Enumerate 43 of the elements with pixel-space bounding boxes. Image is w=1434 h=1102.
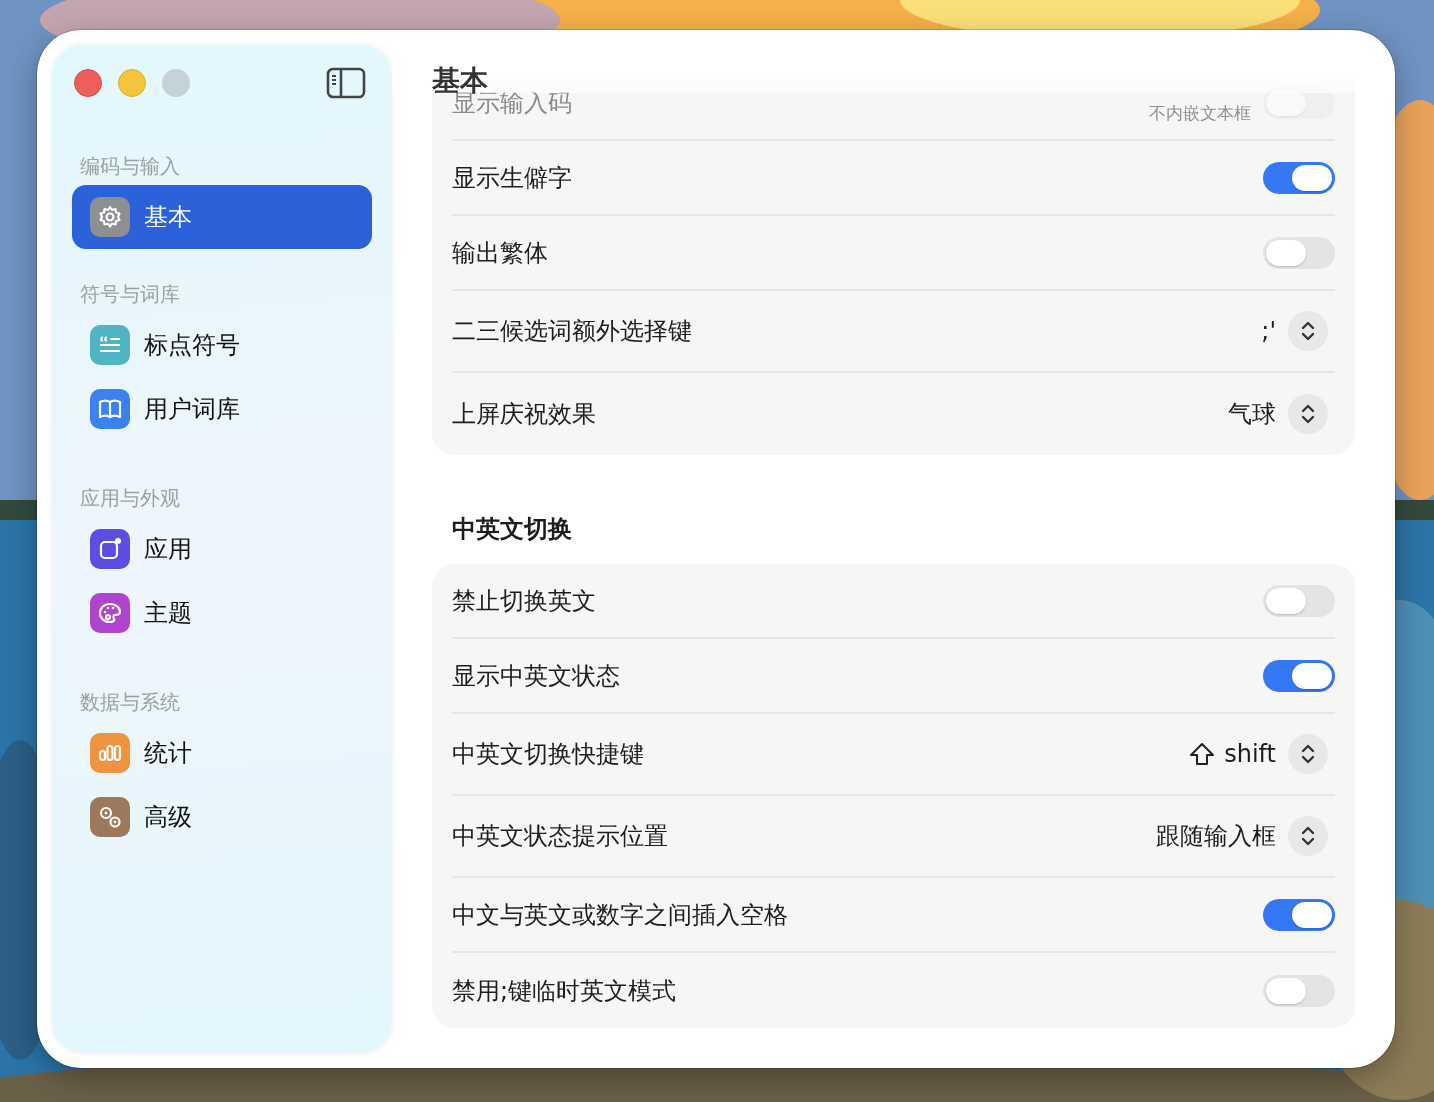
stepper-button[interactable]	[1288, 311, 1328, 351]
toggle-switch[interactable]	[1263, 974, 1335, 1007]
setting-value: ;'	[1261, 316, 1276, 347]
sidebar-item[interactable]: 统计	[72, 721, 372, 785]
setting-value: 跟随输入框	[1156, 821, 1276, 852]
sidebar-toggle-icon[interactable]	[326, 67, 366, 99]
setting-label: 输出繁体	[452, 237, 549, 269]
up-down-chevron-icon	[1300, 320, 1316, 342]
up-down-chevron-icon	[1300, 743, 1316, 765]
setting-label: 二三候选词额外选择键	[452, 316, 693, 347]
sidebar-item[interactable]: 基本	[72, 185, 372, 249]
stepper-button[interactable]	[1288, 816, 1328, 856]
section-heading: 符号与词库	[79, 281, 181, 308]
setting-label: 中英文切换快捷键	[452, 739, 645, 770]
toggle-switch[interactable]	[1263, 659, 1335, 692]
sidebar-item[interactable]: 高级	[72, 785, 372, 849]
sidebar-item[interactable]: 标点符号	[72, 313, 372, 377]
setting-value: 气球	[1228, 399, 1276, 430]
sidebar-item[interactable]: 用户词库	[72, 377, 372, 441]
setting-label: 中英文状态提示位置	[452, 821, 669, 852]
toggle-switch[interactable]	[1263, 898, 1335, 931]
section-heading: 编码与输入	[79, 153, 181, 180]
close-button[interactable]	[74, 69, 102, 97]
setting-label: 禁止切换英文	[452, 585, 597, 617]
setting-label: 显示生僻字	[452, 162, 573, 194]
toggle-switch[interactable]	[1263, 584, 1335, 617]
stepper-button[interactable]	[1288, 394, 1328, 434]
setting-label: 中文与英文或数字之间插入空格	[452, 899, 789, 931]
setting-value: shift	[1224, 739, 1276, 770]
setting-label: 上屏庆祝效果	[452, 399, 597, 430]
up-down-chevron-icon	[1300, 403, 1316, 425]
sidebar-item[interactable]: 主题	[72, 581, 372, 645]
setting-label: 显示中英文状态	[452, 660, 621, 692]
toggle-switch[interactable]	[1263, 161, 1335, 194]
section-heading: 中英文切换	[452, 514, 573, 545]
stepper-button[interactable]	[1288, 734, 1328, 774]
sidebar-item[interactable]: 应用	[72, 517, 372, 581]
section-heading: 应用与外观	[79, 485, 181, 512]
setting-label: 禁用;键临时英文模式	[452, 975, 678, 1007]
setting-note: 不内嵌文本框	[1149, 101, 1251, 125]
up-down-chevron-icon	[1300, 825, 1316, 847]
toggle-switch[interactable]	[1263, 236, 1335, 269]
section-heading: 数据与系统	[79, 689, 181, 716]
